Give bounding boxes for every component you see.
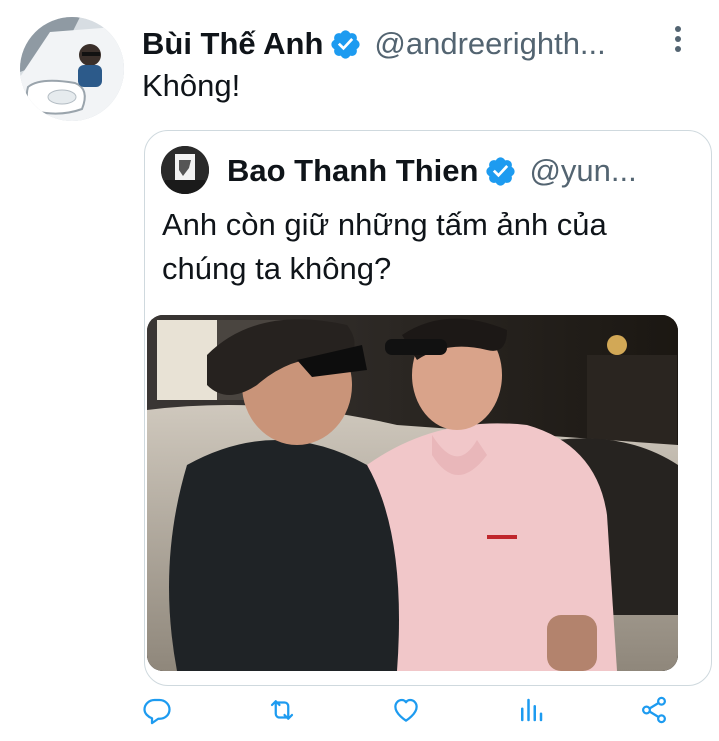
quoted-tweet-card[interactable]: Bao Thanh Thien @yun... Anh còn giữ nhữn… [144, 130, 712, 686]
author-avatar-image [20, 17, 124, 121]
retweet-button[interactable] [262, 690, 302, 730]
more-options-icon[interactable] [666, 26, 690, 56]
share-icon [641, 696, 667, 724]
quoted-author-handle[interactable]: @yun... [529, 153, 636, 189]
share-button[interactable] [634, 690, 674, 730]
author-avatar[interactable] [20, 17, 124, 121]
quoted-avatar-image [161, 146, 209, 194]
analytics-icon [521, 698, 543, 722]
tweet-header: Bùi Thế Anh @andreerighth... [142, 22, 682, 66]
verified-badge-icon [331, 29, 360, 59]
quoted-tweet-photo[interactable] [147, 315, 678, 671]
tweet-action-bar [0, 690, 719, 734]
photo-image [147, 315, 678, 671]
reply-button[interactable] [137, 690, 177, 730]
author-handle[interactable]: @andreerighth... [374, 26, 605, 62]
analytics-button[interactable] [511, 690, 551, 730]
quoted-tweet-text: Anh còn giữ những tấm ảnh của chúng ta k… [162, 207, 607, 286]
quoted-author-name[interactable]: Bao Thanh Thien [227, 153, 478, 189]
quoted-author-avatar[interactable] [161, 146, 209, 194]
tweet-text: Không! [142, 68, 241, 103]
like-icon [394, 698, 418, 722]
reply-icon [143, 698, 171, 725]
author-name[interactable]: Bùi Thế Anh [142, 26, 323, 62]
quoted-tweet-header: Bao Thanh Thien @yun... [227, 149, 697, 193]
verified-badge-icon [486, 156, 516, 186]
retweet-icon [270, 700, 294, 720]
like-button[interactable] [386, 690, 426, 730]
